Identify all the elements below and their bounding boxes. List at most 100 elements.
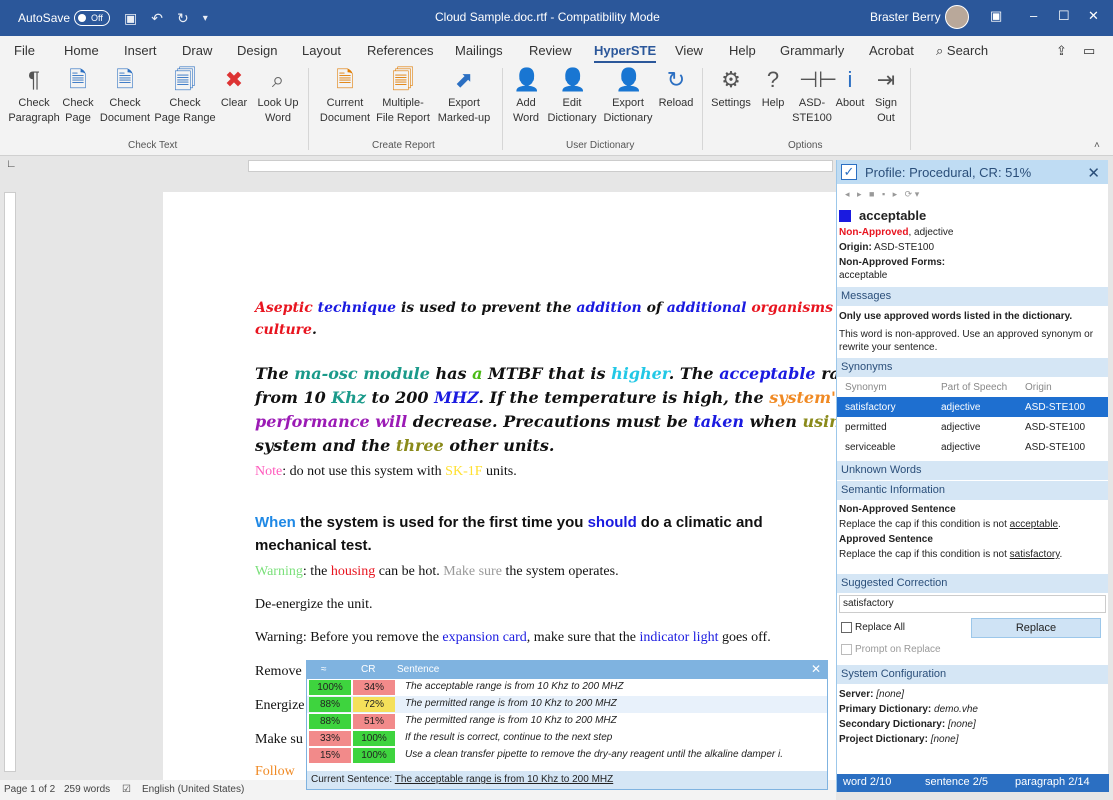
language[interactable]: English (United States) xyxy=(142,784,244,795)
search-box[interactable]: ⌕ Search xyxy=(936,43,988,59)
asd-ste100-button[interactable]: ⊣⊢ ASD- STE100 xyxy=(792,66,837,126)
tab-file[interactable]: File xyxy=(14,43,35,58)
synonym-row[interactable]: serviceable adjective ASD-STE100 xyxy=(837,437,1108,457)
ribbon-label: Current xyxy=(326,97,364,109)
sentence-text: If the result is correct, continue to th… xyxy=(405,732,613,743)
check-paragraph-button[interactable]: ¶ Check Paragraph xyxy=(8,66,60,126)
col-sentence[interactable]: Sentence xyxy=(397,664,439,675)
synonym-row[interactable]: permitted adjective ASD-STE100 xyxy=(837,417,1108,437)
customize-chevron-icon[interactable]: ▾ xyxy=(203,13,208,24)
sign-out-button[interactable]: ⇥ Sign Out xyxy=(868,66,904,126)
redo-icon[interactable]: ↻ xyxy=(177,10,189,27)
add-word-button[interactable]: 👤 Add Word xyxy=(508,66,544,126)
synonym-origin: ASD-STE100 xyxy=(1025,441,1086,453)
secondary-value: [none] xyxy=(947,719,976,730)
ribbon-label: Check xyxy=(62,97,94,109)
ruler-scale[interactable] xyxy=(248,160,833,172)
export-dictionary-button[interactable]: 👤 Export Dictionary xyxy=(600,66,656,126)
semantic-info-header[interactable]: Semantic Information xyxy=(837,481,1108,500)
text-run: . If the temperature is high, the xyxy=(478,388,770,407)
tab-references[interactable]: References xyxy=(367,43,433,58)
autosave-toggle[interactable]: Off xyxy=(74,10,111,26)
collapse-ribbon-icon[interactable]: ˄ xyxy=(1094,140,1100,151)
export-marked-up-button[interactable]: ⬈ Export Marked-up xyxy=(434,66,494,126)
replace-button[interactable]: Replace xyxy=(971,618,1101,638)
paragraph-line: culture. xyxy=(255,322,317,338)
check-page-range-button[interactable]: 🗐 Check Page Range xyxy=(154,66,216,126)
prompt-on-replace[interactable]: Prompt on Replace xyxy=(837,642,1108,657)
tab-view[interactable]: View xyxy=(675,43,703,58)
ribbon-label: About xyxy=(835,97,865,109)
replace-all-checkbox[interactable]: Replace All xyxy=(841,622,905,633)
reload-button[interactable]: ↻ Reload xyxy=(656,66,696,111)
nav-word[interactable]: word 2/10 xyxy=(843,776,891,788)
profile-checkbox[interactable]: ✓ xyxy=(841,164,857,180)
maximize-icon[interactable]: ☐ xyxy=(1058,8,1070,24)
sentence-window: ≈ CR Sentence ✕ 100% 34% The acceptable ra… xyxy=(306,660,828,790)
sentence-row[interactable]: 100% 34% The acceptable range is from 10 K… xyxy=(307,679,827,696)
similarity-score: 88% xyxy=(309,714,351,729)
autosave-label: AutoSave xyxy=(18,11,71,25)
synonyms-header[interactable]: Synonyms xyxy=(837,358,1108,377)
messages-header[interactable]: Messages xyxy=(837,287,1108,306)
sentence-row[interactable]: 33% 100% If the result is correct, continu… xyxy=(307,730,827,747)
sentence-row[interactable]: 88% 51% The permitted range is from 10 Khz… xyxy=(307,713,827,730)
check-page-button[interactable]: 🗎 Check Page xyxy=(60,66,96,126)
text-run: Khz xyxy=(331,388,372,407)
close-icon[interactable]: ✕ xyxy=(1087,164,1100,182)
edit-dictionary-button[interactable]: 👤 Edit Dictionary xyxy=(544,66,600,126)
system-config-header[interactable]: System Configuration xyxy=(837,665,1108,684)
nav-sentence[interactable]: sentence 2/5 xyxy=(925,776,988,788)
multiple-file-report-button[interactable]: 🗐 Multiple- File Report xyxy=(374,66,432,126)
current-document-report-button[interactable]: 🗎 Current Document xyxy=(316,66,374,126)
help-button[interactable]: ? Help xyxy=(758,66,788,111)
approved-word: satisfactory xyxy=(1009,549,1060,560)
proofing-icon[interactable]: ☑ xyxy=(122,784,131,795)
close-icon[interactable]: ✕ xyxy=(811,662,821,676)
tab-home[interactable]: Home xyxy=(64,43,99,58)
message-text: This word is non-approved. Use an approv… xyxy=(839,329,1094,353)
synonym-row[interactable]: satisfactory adjective ASD-STE100 xyxy=(837,397,1108,417)
tab-hyperste[interactable]: HyperSTE xyxy=(594,43,657,63)
unknown-words-header[interactable]: Unknown Words xyxy=(837,461,1108,480)
look-up-word-button[interactable]: ⌕ Look Up Word xyxy=(254,66,302,126)
tab-review[interactable]: Review xyxy=(529,43,572,58)
user-name[interactable]: Braster Berry xyxy=(870,10,941,24)
tab-insert[interactable]: Insert xyxy=(124,43,157,58)
sentence-row[interactable]: 88% 72% The permitted range is from 10 Khz… xyxy=(307,696,827,713)
tab-acrobat[interactable]: Acrobat xyxy=(869,43,914,58)
save-icon[interactable]: ▣ xyxy=(124,10,137,27)
similarity-icon[interactable]: ≈ xyxy=(321,664,327,675)
tab-draw[interactable]: Draw xyxy=(182,43,212,58)
document-title: Cloud Sample.doc.rtf - Compatibility Mod… xyxy=(435,10,660,24)
text-run: will xyxy=(375,412,413,431)
suggested-correction-header[interactable]: Suggested Correction xyxy=(837,574,1108,593)
undo-icon[interactable]: ↶ xyxy=(151,10,163,27)
pane-toolbar[interactable]: ◂ ▸ ■ ▪ ▸ ⟳ ▾ xyxy=(837,184,1108,206)
tab-grammarly[interactable]: Grammarly xyxy=(780,43,844,58)
avatar[interactable] xyxy=(945,5,969,29)
tab-design[interactable]: Design xyxy=(237,43,277,58)
sentence-row[interactable]: 15% 100% Use a clean transfer pipette to r… xyxy=(307,747,827,764)
close-icon[interactable]: ✕ xyxy=(1088,8,1099,24)
about-button[interactable]: i About xyxy=(832,66,868,111)
synonym-word: serviceable xyxy=(845,441,896,453)
cr-score: 51% xyxy=(353,714,395,729)
share-icon[interactable]: ⇪ xyxy=(1056,43,1067,59)
clear-button[interactable]: ✖ Clear xyxy=(216,66,252,111)
tab-layout[interactable]: Layout xyxy=(302,43,341,58)
nav-paragraph[interactable]: paragraph 2/14 xyxy=(1015,776,1090,788)
settings-button[interactable]: ⚙ Settings xyxy=(708,66,754,111)
check-document-button[interactable]: 🗎 Check Document xyxy=(96,66,154,126)
col-cr[interactable]: CR xyxy=(361,664,375,675)
page-count[interactable]: Page 1 of 2 xyxy=(4,784,55,795)
word-count[interactable]: 259 words xyxy=(64,784,110,795)
tab-stop-icon[interactable]: ∟ xyxy=(6,158,17,170)
minimize-icon[interactable]: – xyxy=(1030,8,1037,23)
ribbon-label: Settings xyxy=(711,97,751,109)
ribbon-display-icon[interactable]: ▣ xyxy=(990,8,1002,24)
comments-icon[interactable]: ▭ xyxy=(1083,43,1095,59)
tab-help[interactable]: Help xyxy=(729,43,756,58)
tab-mailings[interactable]: Mailings xyxy=(455,43,503,58)
suggested-correction-field[interactable]: satisfactory xyxy=(839,595,1106,613)
